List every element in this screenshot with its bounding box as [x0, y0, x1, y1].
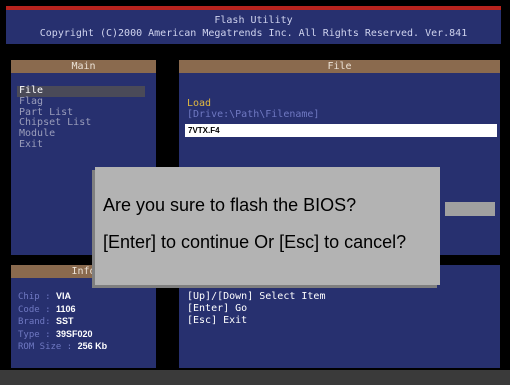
dialog-question: Are you sure to flash the BIOS?	[103, 195, 357, 215]
info-label: ROM Size :	[18, 342, 78, 352]
info-label: Chip :	[18, 292, 56, 302]
info-value: 1106	[55, 303, 76, 314]
key-help-select: [Up]/[Down] Select Item	[187, 291, 326, 302]
app-header: Flash Utility Copyright (C)2000 American…	[6, 6, 501, 44]
key-help-enter: [Enter] Go	[187, 303, 248, 314]
filename-input[interactable]: 7VTX.F4	[185, 124, 497, 137]
info-label: Brand:	[18, 317, 56, 327]
bottom-bar	[0, 370, 510, 385]
main-menu: File Flag Part List Chipset List Module …	[17, 85, 145, 151]
key-help: [Up]/[Down] Select Item [Enter] Go [Esc]…	[187, 291, 325, 327]
info-value: 39SF020	[55, 328, 93, 339]
app-title: Flash Utility	[214, 15, 293, 26]
info-value: VIA	[55, 291, 71, 301]
path-hint: [Drive:\Path\Filename]	[187, 109, 320, 120]
info-row-code: Code : 1106	[18, 304, 107, 317]
info-value: SST	[55, 316, 74, 326]
info-row-type: Type : 39SF020	[18, 329, 107, 342]
info-value: 256 Kb	[77, 341, 108, 351]
info-label: Code :	[18, 304, 56, 315]
info-row-chip: Chip : VIA	[18, 291, 107, 304]
main-panel-title: Main	[11, 60, 156, 73]
file-panel-title: File	[179, 60, 500, 73]
menu-item-exit[interactable]: Exit	[17, 139, 145, 151]
menu-item-flag[interactable]: Flag	[17, 96, 145, 108]
confirm-dialog[interactable]: Are you sure to flash the BIOS? [Enter] …	[95, 167, 440, 285]
info-row-brand: Brand: SST	[18, 316, 107, 329]
info-label: Type :	[18, 329, 56, 340]
copyright-text: Copyright (C)2000 American Megatrends In…	[39, 28, 468, 39]
info-row-rom-size: ROM Size : 256 Kb	[18, 341, 107, 354]
info-list: Chip : VIA Code : 1106 Brand: SST Type :…	[18, 291, 107, 354]
progress-bar-fragment	[445, 202, 495, 216]
key-help-esc: [Esc] Exit	[187, 315, 248, 326]
dialog-instruction: [Enter] to continue Or [Esc] to cancel?	[103, 232, 407, 252]
